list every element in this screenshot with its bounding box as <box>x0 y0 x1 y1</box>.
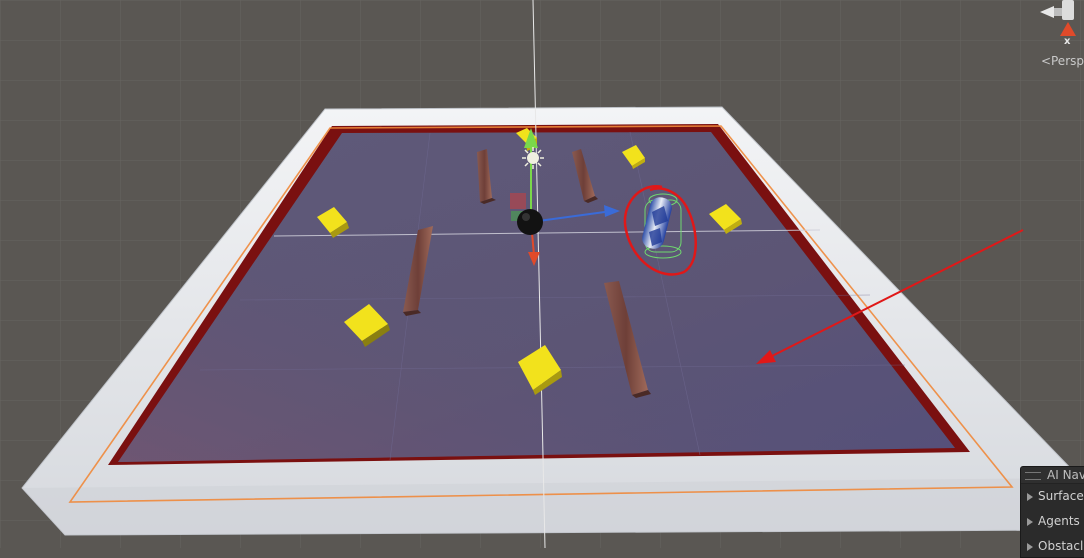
light-icon[interactable] <box>522 147 544 169</box>
scene-view[interactable] <box>0 0 1084 548</box>
overlay-item-obstacles[interactable]: Obstacl <box>1021 534 1084 557</box>
axis-cone-icon[interactable] <box>1040 6 1054 18</box>
x-axis-cone-icon[interactable] <box>1060 22 1076 36</box>
ai-navigation-overlay[interactable]: AI Navi Surface Agents Obstacl <box>1020 466 1084 558</box>
overlay-item-surface[interactable]: Surface <box>1021 484 1084 509</box>
player-ball[interactable] <box>517 209 543 235</box>
view-cube-icon <box>1062 0 1074 20</box>
overlay-item-label: Agents <box>1038 514 1080 528</box>
expand-arrow-icon[interactable] <box>1027 542 1033 551</box>
drag-grip-icon[interactable] <box>1025 471 1041 480</box>
projection-toggle[interactable]: <Persp <box>1041 54 1084 68</box>
overlay-item-agents[interactable]: Agents <box>1021 509 1084 534</box>
overlay-header[interactable]: AI Navi <box>1021 467 1084 484</box>
overlay-title: AI Navi <box>1047 468 1084 482</box>
expand-arrow-icon[interactable] <box>1027 492 1033 501</box>
scene-viewport[interactable]: x <Persp AI Navi Surface Agents Obstacl <box>0 0 1084 558</box>
overlay-item-label: Obstacl <box>1038 539 1084 553</box>
projection-label: Persp <box>1051 54 1084 68</box>
axis-x-label: x <box>1064 36 1071 47</box>
center-cube-icon[interactable] <box>1054 8 1062 16</box>
player-ball-highlight <box>522 213 530 221</box>
expand-arrow-icon[interactable] <box>1027 517 1033 526</box>
overlay-item-label: Surface <box>1038 489 1084 503</box>
